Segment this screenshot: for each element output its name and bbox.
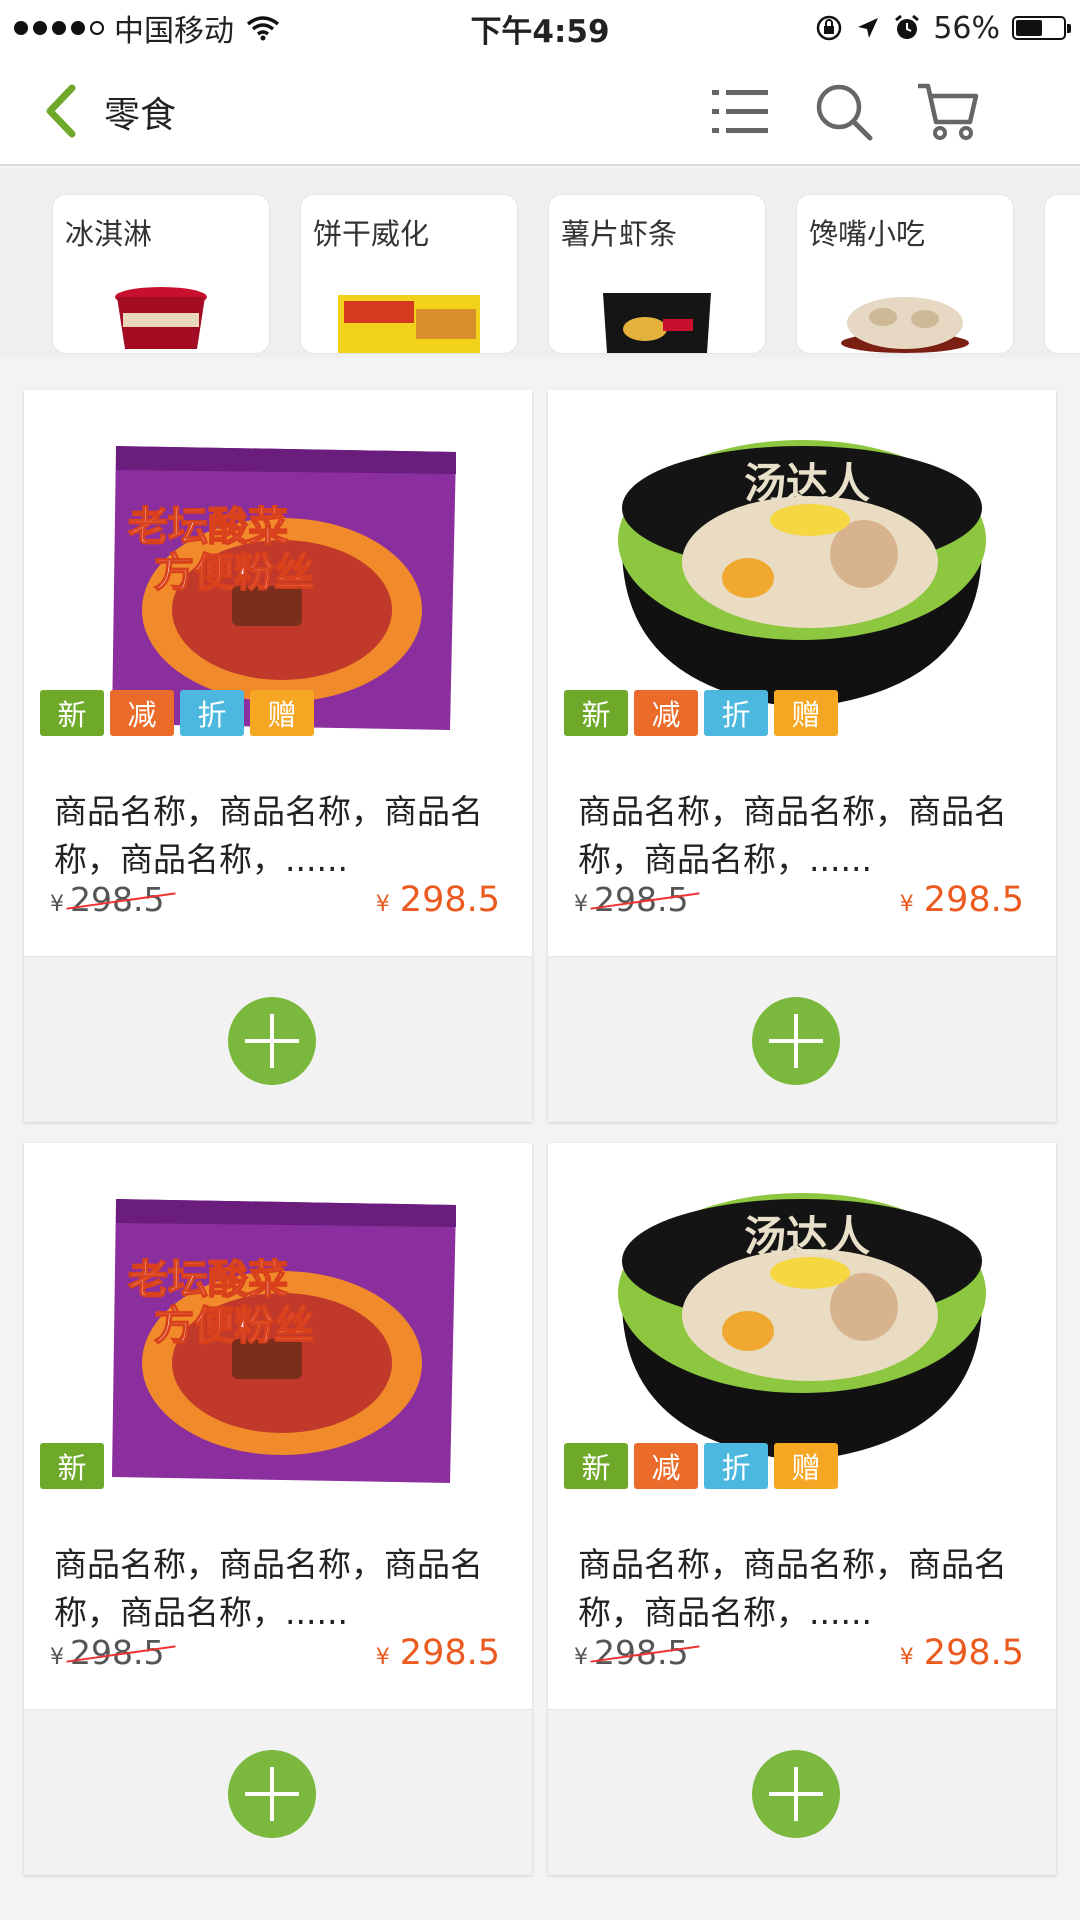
cart-icon[interactable]: [912, 76, 984, 148]
current-price-value: 298.5: [923, 880, 1024, 920]
original-price: ¥298.5: [574, 1633, 688, 1672]
list-icon[interactable]: [704, 76, 776, 148]
original-price-value: 298.5: [594, 1633, 689, 1672]
tag-group: 新 减 折 赠: [564, 1443, 838, 1489]
search-icon[interactable]: [808, 76, 880, 148]
current-price-value: 298.5: [399, 880, 500, 920]
tag-new: 新: [40, 690, 104, 736]
product-card[interactable]: 汤达人 新 减 折 赠 商品名称，商品名称，商品名称，商品名称，...... ¥…: [548, 390, 1056, 1122]
orientation-lock-icon: [817, 15, 842, 41]
tag-reduce: 减: [634, 690, 698, 736]
product-card[interactable]: 老坛酸菜 方便粉丝 新 减 折 赠 商品名称，商品名称，商品名称，商品名称，..…: [24, 390, 532, 1122]
status-bar: 中国移动 下午4:59 56%: [0, 0, 1080, 56]
category-label: 薯片虾条: [561, 217, 678, 251]
currency-symbol: ¥: [50, 892, 64, 917]
currency-symbol: ¥: [375, 1645, 390, 1670]
category-next-partial[interactable]: [1044, 194, 1080, 354]
alarm-icon: [895, 14, 920, 39]
tag-new: 新: [564, 690, 628, 736]
add-area: [548, 956, 1056, 1122]
original-price-value: 298.5: [594, 880, 689, 919]
tag-reduce: 减: [110, 690, 174, 736]
tag-group: 新 减 折 赠: [40, 690, 314, 736]
original-price: ¥298.5: [574, 880, 688, 919]
category-snacks[interactable]: 馋嘴小吃: [796, 194, 1014, 354]
tag-discount: 折: [704, 1443, 768, 1489]
location-icon: [858, 18, 879, 38]
product-card[interactable]: 老坛酸菜 方便粉丝 新 商品名称，商品名称，商品名称，商品名称，...... ¥…: [24, 1143, 532, 1875]
add-area: [24, 956, 532, 1122]
add-to-cart-button[interactable]: [228, 1750, 316, 1838]
current-price: ¥298.5: [376, 880, 500, 920]
ice-cream-image: [115, 287, 207, 349]
currency-symbol: ¥: [899, 1645, 914, 1670]
snacks-image: [841, 297, 969, 353]
currency-symbol: ¥: [899, 892, 914, 917]
tag-reduce: 减: [634, 1443, 698, 1489]
currency-symbol: ¥: [50, 1645, 64, 1670]
tag-group: 新 减 折 赠: [564, 690, 838, 736]
category-ice-cream[interactable]: 冰淇淋: [52, 194, 270, 354]
svg-text:汤达人: 汤达人: [744, 1212, 870, 1261]
product-name: 商品名称，商品名称，商品名称，商品名称，......: [54, 1545, 483, 1632]
add-area: [24, 1709, 532, 1875]
tag-gift: 赠: [774, 1443, 838, 1489]
nav-bar: 零食: [0, 56, 1080, 166]
currency-symbol: ¥: [574, 1645, 588, 1670]
tag-gift: 赠: [774, 690, 838, 736]
original-price: ¥298.5: [50, 880, 164, 919]
svg-text:汤达人: 汤达人: [744, 459, 870, 508]
currency-symbol: ¥: [574, 892, 588, 917]
battery-icon: [1012, 16, 1071, 40]
svg-text:老坛酸菜: 老坛酸菜: [128, 1257, 288, 1303]
add-to-cart-button[interactable]: [752, 997, 840, 1085]
status-right: 56%: [815, 10, 1071, 46]
tag-discount: 折: [180, 690, 244, 736]
current-price-value: 298.5: [923, 1633, 1024, 1673]
category-label: 饼干威化: [313, 217, 430, 251]
tag-discount: 折: [704, 690, 768, 736]
tag-new: 新: [564, 1443, 628, 1489]
add-to-cart-button[interactable]: [752, 1750, 840, 1838]
product-card[interactable]: 汤达人 新 减 折 赠 商品名称，商品名称，商品名称，商品名称，...... ¥…: [548, 1143, 1056, 1875]
tag-group: 新: [40, 1443, 104, 1489]
battery-percent: 56%: [933, 10, 1000, 46]
product-name: 商品名称，商品名称，商品名称，商品名称，......: [54, 792, 483, 879]
add-area: [548, 1709, 1056, 1875]
add-to-cart-button[interactable]: [228, 997, 316, 1085]
chips-image: [603, 293, 711, 353]
current-price-value: 298.5: [399, 1633, 500, 1673]
original-price-value: 298.5: [70, 880, 165, 919]
svg-text:方便粉丝: 方便粉丝: [154, 550, 314, 596]
original-price-value: 298.5: [70, 1633, 165, 1672]
back-icon[interactable]: [38, 80, 88, 142]
category-chips[interactable]: 薯片虾条: [548, 194, 766, 354]
svg-text:老坛酸菜: 老坛酸菜: [128, 504, 288, 550]
currency-symbol: ¥: [375, 892, 390, 917]
category-biscuits[interactable]: 饼干威化: [300, 194, 518, 354]
tag-new: 新: [40, 1443, 104, 1489]
product-name: 商品名称，商品名称，商品名称，商品名称，......: [578, 792, 1007, 879]
page-title: 零食: [104, 95, 177, 136]
category-label: 馋嘴小吃: [809, 217, 926, 251]
tag-gift: 赠: [250, 690, 314, 736]
wafer-image: [338, 295, 480, 353]
category-label: 冰淇淋: [65, 217, 153, 251]
original-price: ¥298.5: [50, 1633, 164, 1672]
product-name: 商品名称，商品名称，商品名称，商品名称，......: [578, 1545, 1007, 1632]
category-strip: 冰淇淋 饼干威化 薯片虾条 馋嘴小吃: [0, 168, 1080, 358]
current-price: ¥298.5: [376, 1633, 500, 1673]
battery-fill: [1016, 20, 1042, 36]
current-price: ¥298.5: [900, 1633, 1024, 1673]
current-price: ¥298.5: [900, 880, 1024, 920]
svg-text:方便粉丝: 方便粉丝: [154, 1303, 314, 1349]
